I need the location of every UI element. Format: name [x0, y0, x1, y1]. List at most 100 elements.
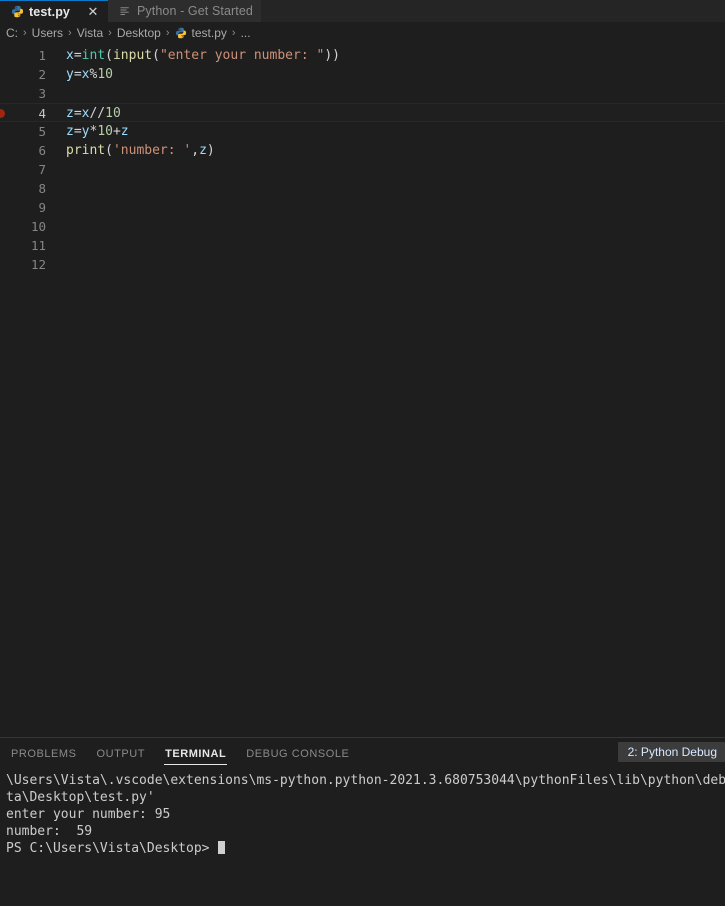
breadcrumb-separator-icon: › [68, 27, 72, 39]
line-text [46, 84, 725, 103]
code-line[interactable]: 5 z=y*10+z [0, 122, 725, 141]
breadcrumb-label: Users [31, 26, 64, 40]
close-icon[interactable]: ✕ [86, 5, 100, 19]
code-lines-container: 1 x=int(input("enter your number: ")) 2 y=x… [0, 44, 725, 274]
line-number: 10 [30, 219, 46, 234]
breadcrumb-item-file[interactable]: test.py [175, 26, 227, 40]
tab-python-get-started[interactable]: Python - Get Started [108, 0, 261, 22]
breadcrumb-item-symbol[interactable]: ... [241, 26, 251, 40]
terminal-line: enter your number: 95 [6, 807, 171, 822]
glyph-margin[interactable] [0, 179, 14, 198]
line-number: 5 [38, 124, 46, 139]
code-token: 10 [105, 106, 121, 121]
bottom-panel: PROBLEMS OUTPUT TERMINAL DEBUG CONSOLE 2… [0, 737, 725, 906]
code-line[interactable]: 6 print('number: ',z) [0, 141, 725, 160]
glyph-margin[interactable] [0, 65, 14, 84]
terminal-output[interactable]: \Users\Vista\.vscode\extensions\ms-pytho… [0, 768, 725, 906]
glyph-margin[interactable] [0, 217, 14, 236]
code-token: = [73, 67, 82, 82]
code-line[interactable]: 8 [0, 179, 725, 198]
code-token: ( [105, 143, 113, 158]
line-number: 11 [30, 238, 46, 253]
tab-problems[interactable]: PROBLEMS [10, 742, 78, 765]
code-line[interactable]: 3 [0, 84, 725, 103]
code-line[interactable]: 1 x=int(input("enter your number: ")) [0, 46, 725, 65]
breadcrumb-separator-icon: › [165, 27, 170, 39]
code-token: , [191, 143, 200, 158]
code-token: )) [324, 48, 340, 63]
line-number: 6 [38, 143, 46, 158]
line-text [46, 160, 725, 179]
glyph-margin[interactable] [0, 84, 14, 103]
tab-label: test.py [29, 4, 70, 19]
editor-tab-bar: test.py ✕ Python - Get Started [0, 0, 725, 22]
code-line[interactable]: 10 [0, 217, 725, 236]
python-icon [175, 27, 188, 40]
code-token: z [66, 106, 74, 121]
line-number: 2 [38, 67, 46, 82]
glyph-margin[interactable] [0, 160, 14, 179]
code-line[interactable]: 9 [0, 198, 725, 217]
code-line[interactable]: 7 [0, 160, 725, 179]
terminal-line: \Users\Vista\.vscode\extensions\ms-pytho… [6, 773, 725, 788]
code-token: 10 [97, 67, 113, 82]
code-token: 10 [97, 124, 113, 139]
breadcrumb: C: › Users › Vista › Desktop › test.py ›… [0, 22, 725, 44]
terminal-cursor [218, 841, 226, 854]
line-number: 1 [38, 48, 46, 63]
code-token: ( [105, 48, 113, 63]
breadcrumb-label: ... [240, 26, 251, 40]
line-text [46, 236, 725, 255]
code-line[interactable]: 2 y=x%10 [0, 65, 725, 84]
line-number: 8 [38, 181, 46, 196]
tab-debug-console[interactable]: DEBUG CONSOLE [245, 742, 350, 765]
line-text: y=x%10 [46, 65, 725, 84]
line-number: 3 [38, 86, 46, 101]
code-line[interactable]: 12 [0, 255, 725, 274]
terminal-line: number: 59 [6, 824, 93, 839]
breadcrumb-item-vista[interactable]: Vista [77, 26, 103, 40]
line-text [46, 179, 725, 198]
line-number: 4 [38, 106, 46, 121]
tab-label: Python - Get Started [137, 4, 253, 18]
code-token: input [112, 48, 153, 63]
code-editor[interactable]: 1 x=int(input("enter your number: ")) 2 y=x… [0, 44, 725, 737]
glyph-margin[interactable] [0, 46, 14, 65]
code-token: z [199, 143, 207, 158]
terminal-selector-dropdown[interactable]: 2: Python Debug [617, 742, 725, 762]
tab-terminal[interactable]: TERMINAL [164, 742, 228, 765]
code-token: y [66, 67, 74, 82]
code-token: "enter your number: " [159, 48, 325, 63]
glyph-margin[interactable] [0, 198, 14, 217]
line-text: z=x//10 [46, 104, 725, 121]
code-line[interactable]: 4 z=x//10 [0, 103, 725, 122]
glyph-margin[interactable] [0, 122, 14, 141]
breadcrumb-separator-icon: › [231, 27, 236, 39]
line-number: 9 [38, 200, 46, 215]
panel-tab-bar: PROBLEMS OUTPUT TERMINAL DEBUG CONSOLE 2… [0, 738, 725, 768]
breadcrumb-label: Desktop [116, 26, 161, 40]
glyph-margin[interactable] [0, 104, 14, 121]
tab-test-py[interactable]: test.py ✕ [0, 0, 108, 22]
glyph-margin[interactable] [0, 236, 14, 255]
tab-output[interactable]: OUTPUT [96, 742, 147, 765]
code-token: = [73, 124, 82, 139]
breadcrumb-item-users[interactable]: Users [32, 26, 63, 40]
code-token: x [66, 48, 74, 63]
breakpoint-icon[interactable] [0, 109, 5, 118]
code-token: print [66, 143, 106, 158]
glyph-margin[interactable] [0, 255, 14, 274]
breadcrumb-item-drive[interactable]: C: [6, 26, 18, 40]
breadcrumb-item-desktop[interactable]: Desktop [117, 26, 161, 40]
breadcrumb-separator-icon: › [23, 27, 27, 39]
code-token: int [81, 48, 106, 63]
code-line[interactable]: 11 [0, 236, 725, 255]
line-text [46, 255, 725, 274]
line-text [46, 198, 725, 217]
code-token: 'number: ' [112, 143, 192, 158]
tab-bar-empty-space [260, 0, 725, 22]
breadcrumb-label: C: [6, 26, 18, 40]
line-number: 7 [38, 162, 46, 177]
breadcrumb-label: test.py [191, 26, 227, 40]
glyph-margin[interactable] [0, 141, 14, 160]
